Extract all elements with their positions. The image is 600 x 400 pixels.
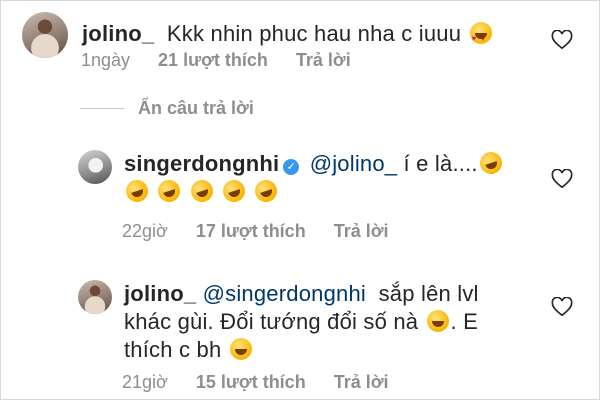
comment-time: 1ngày	[81, 50, 131, 70]
hide-replies-label: Ẩn câu trả lời	[138, 98, 254, 118]
comment-username[interactable]: singerdongnhi	[124, 151, 279, 176]
reply-comment-1: singerdongnhi ✓ @jolino_ í e là....	[78, 149, 524, 206]
comment-text: jolino_ @singerdongnhi sắp lên lvl khác …	[124, 280, 524, 364]
comment-time: 21giờ	[122, 372, 168, 392]
comment-body: í e là....	[403, 151, 478, 176]
comment-body-line2: khác gùi. Đổi tướng đổi số nà	[124, 309, 419, 334]
like-count[interactable]: 17 lượt thích	[196, 221, 306, 242]
rolling-laughing-emoji-icon	[476, 149, 505, 177]
rolling-laughing-emoji-icon	[187, 177, 216, 205]
comment-body-line3: thích c bh	[124, 337, 222, 362]
rolling-laughing-emoji-icon	[155, 177, 184, 205]
grinning-squint-emoji-icon	[426, 310, 449, 332]
comment-username[interactable]: jolino_	[124, 281, 196, 306]
reply-button[interactable]: Trả lời	[334, 372, 389, 393]
comment-text: singerdongnhi ✓ @jolino_ í e là....	[123, 149, 524, 206]
avatar-photo	[78, 150, 112, 184]
comment-mention[interactable]: @singerdongnhi	[203, 281, 366, 306]
avatar-photo	[22, 12, 68, 58]
like-count[interactable]: 15 lượt thích	[196, 372, 306, 393]
like-heart-icon[interactable]	[551, 30, 573, 50]
divider-line	[80, 108, 124, 109]
verified-badge-icon: ✓	[283, 159, 300, 175]
heart-eyes-emoji-icon	[469, 22, 492, 53]
kissing-heart-emoji-icon	[229, 338, 252, 360]
comment-mention[interactable]: @jolino_	[310, 151, 398, 176]
like-count[interactable]: 21 lượt thích	[158, 50, 268, 71]
hide-replies-toggle[interactable]: Ẩn câu trả lời	[80, 98, 254, 119]
reply-button[interactable]: Trả lời	[296, 50, 351, 71]
rolling-laughing-emoji-icon	[220, 177, 248, 205]
reply-comment-2: jolino_ @singerdongnhi sắp lên lvl khác …	[78, 280, 524, 364]
comment-meta: 1ngày 21 lượt thích Trả lời	[81, 50, 351, 71]
avatar[interactable]	[22, 12, 68, 58]
comment-username[interactable]: jolino_	[82, 21, 154, 46]
like-heart-icon[interactable]	[551, 297, 573, 317]
avatar[interactable]	[78, 280, 112, 314]
comment-meta: 22giờ 17 lượt thích Trả lời	[122, 221, 389, 242]
comment-body-line2b: . E	[450, 309, 479, 334]
comment-text: jolino_ Kkk nhin phuc hau nha c iuuu	[82, 20, 494, 53]
rolling-laughing-emoji-icon	[123, 177, 151, 205]
comment-meta: 21giờ 15 lượt thích Trả lời	[122, 372, 389, 393]
comment-time: 22giờ	[122, 221, 168, 241]
reply-button[interactable]: Trả lời	[334, 221, 389, 242]
comment-body-line1: sắp lên lvl	[378, 281, 479, 306]
comment-body: Kkk nhin phuc hau nha c iuuu	[166, 21, 462, 46]
rolling-laughing-emoji-icon	[252, 177, 281, 205]
like-heart-icon[interactable]	[551, 169, 573, 189]
avatar[interactable]	[78, 150, 112, 184]
avatar-photo	[78, 280, 112, 314]
